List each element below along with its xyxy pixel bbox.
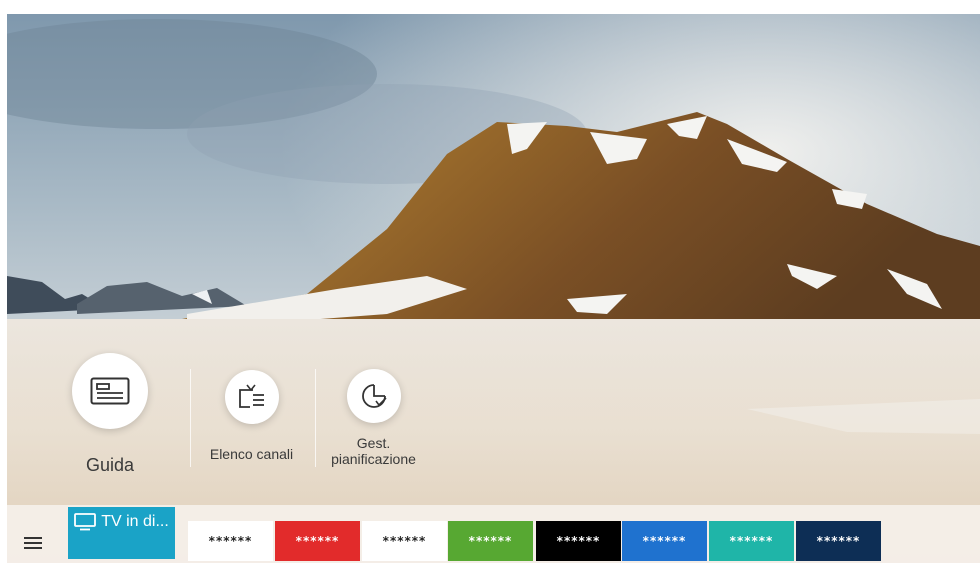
app-tile[interactable]: ******: [536, 521, 621, 561]
shortcut-label-schedule-manager: Gest. pianificazione: [331, 435, 416, 467]
shortcut-guide[interactable]: Guida: [72, 353, 148, 476]
app-tile[interactable]: ******: [362, 521, 447, 561]
channel-list-icon: [238, 384, 264, 408]
shortcut-label-line: Gest.: [356, 435, 391, 451]
app-tile-label: ******: [816, 534, 861, 548]
app-tile-label: ******: [208, 534, 253, 548]
live-tv-button[interactable]: TV in di...: [68, 507, 175, 559]
hamburger-menu-icon[interactable]: [21, 531, 45, 555]
app-tile[interactable]: ******: [188, 521, 273, 561]
shortcut-channel-list[interactable]: Elenco canali: [194, 370, 309, 462]
schedule-icon: [361, 384, 387, 408]
app-tile-label: ******: [295, 534, 340, 548]
app-tile[interactable]: ******: [796, 521, 881, 561]
tv-icon: [74, 513, 97, 531]
app-tile-label: ******: [729, 534, 774, 548]
live-tv-label: TV in di...: [101, 513, 169, 530]
app-tile-label: ******: [468, 534, 513, 548]
guide-icon-circle: [72, 353, 148, 429]
app-tile[interactable]: ******: [709, 521, 794, 561]
shortcut-schedule-manager[interactable]: Gest. pianificazione: [316, 369, 431, 467]
app-tile[interactable]: ******: [448, 521, 533, 561]
app-tile-label: ******: [556, 534, 601, 548]
schedule-icon-circle: [346, 369, 401, 423]
shortcut-label-line: pianificazione: [331, 451, 416, 467]
shortcut-label-guide: Guida: [85, 455, 135, 475]
app-tile-label: ******: [382, 534, 427, 548]
guide-icon: [90, 377, 130, 405]
shortcut-separator: [190, 369, 191, 467]
app-tile[interactable]: ******: [275, 521, 360, 561]
tv-home-screen: Guida Elenco canali Gest. pianificazione…: [7, 14, 980, 563]
bottom-app-bar: TV in di... ****** ****** ****** ****** …: [7, 505, 980, 563]
channel-list-icon-circle: [224, 370, 279, 424]
shortcut-label-channel-list: Elenco canali: [209, 446, 294, 462]
app-tile[interactable]: ******: [622, 521, 707, 561]
app-tile-label: ******: [642, 534, 687, 548]
